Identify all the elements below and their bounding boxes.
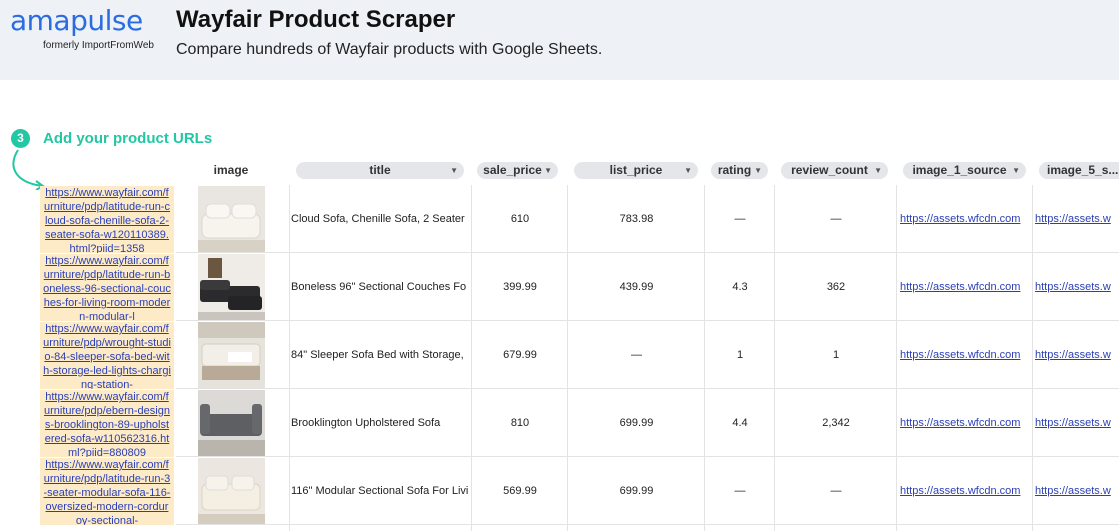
- product-title: 84" Sleeper Sofa Bed with Storage,: [291, 349, 464, 361]
- sale-price: 610: [510, 213, 530, 225]
- product-url-cell[interactable]: https://www.wayfair.com/furniture/pdp/la…: [40, 254, 174, 321]
- image-5-source-link[interactable]: https://assets.w: [1035, 321, 1119, 389]
- column-header-image-1-source[interactable]: image_1_source ▼: [903, 162, 1026, 179]
- step-number-badge: 3: [11, 129, 30, 148]
- table-row: Brooklington Upholstered Sofa 810 699.99…: [176, 389, 1119, 457]
- sale-price: 399.99: [503, 281, 537, 293]
- product-title: Cloud Sofa, Chenille Sofa, 2 Seater: [291, 213, 465, 225]
- column-header-rating[interactable]: rating ▼: [711, 162, 768, 179]
- amapulse-logo[interactable]: amapulse: [10, 4, 143, 37]
- product-url-cell[interactable]: https://www.wayfair.com/furniture/pdp/wr…: [40, 322, 174, 389]
- image-5-source-link[interactable]: https://assets.w: [1035, 253, 1119, 321]
- review-count: 1: [832, 349, 840, 361]
- column-header-label: image_1_source: [912, 163, 1007, 177]
- product-image: [198, 458, 265, 524]
- image-5-source-link[interactable]: https://assets.w: [1035, 389, 1119, 457]
- product-url-cell[interactable]: https://www.wayfair.com/furniture/pdp/la…: [40, 186, 174, 253]
- column-header-review-count[interactable]: review_count ▼: [781, 162, 888, 179]
- column-header-label: list_price: [609, 163, 663, 177]
- product-title: Boneless 96" Sectional Couches Fo: [291, 281, 467, 293]
- column-header-image: image: [213, 163, 249, 177]
- image-1-source-link[interactable]: https://assets.wfcdn.com: [900, 253, 1033, 321]
- product-image: [198, 186, 265, 252]
- page-header: amapulse formerly ImportFromWeb Wayfair …: [0, 0, 1119, 80]
- column-header-sale-price[interactable]: sale_price ▼: [477, 162, 558, 179]
- product-url-cell[interactable]: https://www.wayfair.com/furniture/pdp/la…: [40, 458, 174, 525]
- dropdown-caret-icon[interactable]: ▼: [754, 162, 762, 179]
- image-5-source-link[interactable]: https://assets.w: [1035, 457, 1119, 525]
- list-price: 783.98: [619, 213, 654, 225]
- column-header-list-price[interactable]: list_price ▼: [574, 162, 698, 179]
- product-image: [198, 322, 265, 388]
- list-price: 439.99: [619, 281, 654, 293]
- dropdown-caret-icon[interactable]: ▼: [450, 162, 458, 179]
- product-title: 116" Modular Sectional Sofa For Livi: [291, 485, 469, 497]
- column-header-label: title: [369, 163, 391, 177]
- dropdown-caret-icon[interactable]: ▼: [1012, 162, 1020, 179]
- column-header-image-5-source[interactable]: image_5_s...: [1039, 162, 1119, 179]
- list-price: 699.99: [619, 485, 654, 497]
- page-subtitle: Compare hundreds of Wayfair products wit…: [176, 41, 603, 58]
- dropdown-caret-icon[interactable]: ▼: [684, 162, 692, 179]
- column-header-label: sale_price: [483, 163, 542, 177]
- product-title: Brooklington Upholstered Sofa: [291, 417, 441, 429]
- rating: —: [734, 213, 746, 225]
- product-image: [198, 254, 265, 320]
- review-count: 2,342: [822, 417, 850, 429]
- list-price: —: [631, 349, 642, 361]
- review-count: —: [830, 213, 842, 225]
- sale-price: 810: [510, 417, 530, 429]
- table-row: 84" Sleeper Sofa Bed with Storage, 679.9…: [176, 321, 1119, 389]
- table-row: Boneless 96" Sectional Couches Fo 399.99…: [176, 253, 1119, 321]
- column-header-label: review_count: [791, 163, 868, 177]
- image-5-source-link[interactable]: https://assets.w: [1035, 185, 1119, 253]
- column-header-title[interactable]: title ▼: [296, 162, 464, 179]
- sale-price: 679.99: [503, 349, 537, 361]
- product-image: [198, 390, 265, 456]
- rating: —: [734, 485, 746, 497]
- image-1-source-link[interactable]: https://assets.wfcdn.com: [900, 457, 1033, 525]
- review-count: —: [830, 485, 842, 497]
- column-header-label: image_5_s...: [1047, 163, 1119, 177]
- table-row: Cloud Sofa, Chenille Sofa, 2 Seater 610 …: [176, 185, 1119, 253]
- dropdown-caret-icon[interactable]: ▼: [874, 162, 882, 179]
- sale-price: 569.99: [503, 485, 537, 497]
- logo-subtitle: formerly ImportFromWeb: [43, 40, 154, 51]
- page-title: Wayfair Product Scraper: [176, 6, 456, 33]
- curved-arrow-icon: [12, 149, 45, 190]
- step-label: Add your product URLs: [43, 130, 213, 147]
- table-row: 116" Modular Sectional Sofa For Livi 569…: [176, 457, 1119, 525]
- image-1-source-link[interactable]: https://assets.wfcdn.com: [900, 389, 1033, 457]
- rating: 1: [736, 349, 744, 361]
- review-count: 362: [826, 281, 846, 293]
- column-header-label: rating: [717, 163, 752, 177]
- list-price: 699.99: [619, 417, 654, 429]
- rating: 4.3: [732, 281, 748, 293]
- image-1-source-link[interactable]: https://assets.wfcdn.com: [900, 185, 1033, 253]
- rating: 4.4: [732, 417, 748, 429]
- product-url-cell[interactable]: https://www.wayfair.com/furniture/pdp/eb…: [40, 390, 174, 457]
- image-1-source-link[interactable]: https://assets.wfcdn.com: [900, 321, 1033, 389]
- dropdown-caret-icon[interactable]: ▼: [544, 162, 552, 179]
